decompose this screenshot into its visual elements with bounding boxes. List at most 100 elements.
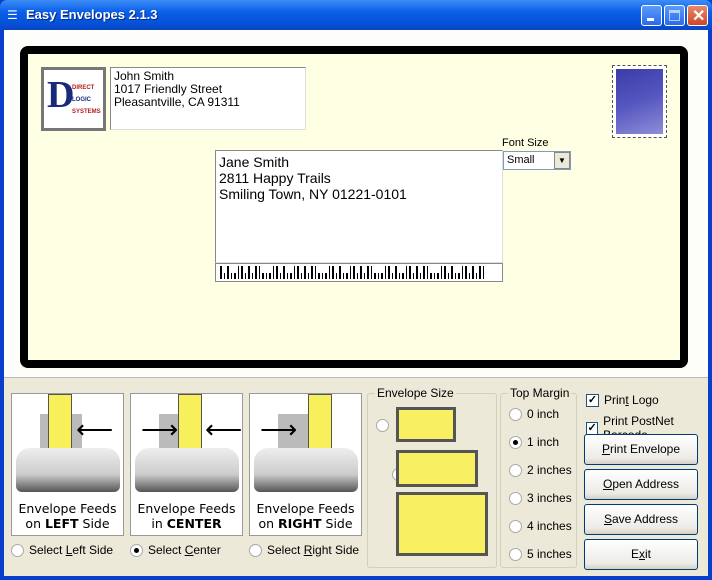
barcode-bar: [423, 266, 425, 279]
barcode-bar: [479, 266, 481, 279]
barcode-bar: [255, 266, 257, 279]
barcode-bar: [272, 266, 274, 279]
feed-option-image[interactable]: ⟶ Envelope Feeds on RIGHT Side: [249, 393, 362, 536]
barcode-bar: [237, 266, 239, 279]
barcode-bar: [468, 273, 470, 279]
envelope-size-small-image[interactable]: [396, 407, 456, 442]
feed-radio-label: Select Left Side: [29, 543, 114, 557]
barcode-bar: [293, 266, 295, 279]
top-margin-option[interactable]: 1 inch: [509, 435, 559, 449]
barcode-bar: [286, 273, 288, 279]
top-margin-option-label: 4 inches: [527, 519, 572, 533]
feed-radio[interactable]: Select Right Side: [249, 543, 359, 557]
top-margin-option[interactable]: 3 inches: [509, 491, 572, 505]
stamp-image: [612, 65, 667, 138]
checkbox-checked-icon: ✓: [586, 393, 599, 407]
barcode-bar: [279, 273, 281, 279]
barcode-bar: [440, 266, 442, 279]
barcode-bar: [223, 273, 225, 279]
top-margin-option[interactable]: 0 inch: [509, 407, 559, 421]
barcode-bar: [374, 273, 376, 279]
radio-icon: [509, 463, 522, 477]
font-size-select[interactable]: Small ▼: [503, 151, 571, 170]
return-address-field[interactable]: John Smith 1017 Friendly Street Pleasant…: [110, 67, 306, 130]
postnet-barcode: [215, 263, 503, 282]
arrow-left-icon: ⟵: [205, 414, 243, 444]
printer-icon: [254, 448, 358, 492]
barcode-bar: [367, 266, 369, 279]
top-margin-option-label: 1 inch: [527, 435, 560, 449]
minimize-button[interactable]: [641, 5, 662, 26]
feed-option-image[interactable]: ⟵ Envelope Feeds on LEFT Side: [11, 393, 124, 536]
barcode-bar: [426, 266, 428, 279]
envelope-size-radio-small[interactable]: [376, 419, 389, 433]
feed-radio-label: Select Right Side: [267, 543, 360, 557]
barcode-bar: [290, 273, 292, 279]
radio-icon: [509, 435, 522, 449]
feed-caption: Envelope Feeds on LEFT Side: [18, 501, 117, 531]
barcode-bar: [230, 273, 232, 279]
barcode-bar: [244, 273, 246, 279]
barcode-bar: [458, 273, 460, 279]
barcode-bar: [482, 266, 484, 279]
barcode-bar: [325, 273, 327, 279]
top-margin-option[interactable]: 5 inches: [509, 547, 572, 561]
feed-radio-label: Select Center: [148, 543, 221, 557]
barcode-bar: [412, 273, 414, 279]
barcode-bar: [276, 266, 278, 279]
recipient-line: Smiling Town, NY 01221-0101: [219, 186, 407, 202]
barcode-bar: [227, 266, 229, 279]
barcode-bar: [363, 273, 365, 279]
exit-button[interactable]: Exit: [584, 539, 698, 570]
top-margin-option[interactable]: 4 inches: [509, 519, 572, 533]
barcode-bar: [241, 266, 243, 279]
barcode-bar: [360, 266, 362, 279]
feed-radio[interactable]: Select Center: [130, 543, 221, 557]
maximize-button[interactable]: [664, 5, 685, 26]
barcode-bar: [377, 273, 379, 279]
open-address-button[interactable]: Open Address: [584, 469, 698, 500]
close-button[interactable]: ✕: [687, 5, 708, 26]
barcode-bar: [461, 266, 463, 279]
barcode-bar: [409, 266, 411, 279]
feed-radio[interactable]: Select Left Side: [11, 543, 113, 557]
arrow-left-icon: ⟵: [76, 414, 114, 444]
print-logo-checkbox[interactable]: ✓ Print Logo: [586, 393, 659, 407]
radio-icon: [509, 547, 522, 561]
envelope-size-large-image[interactable]: [396, 492, 488, 556]
company-logo: D DIRECT LOGIC SYSTEMS: [41, 67, 106, 131]
barcode-bar: [311, 266, 313, 279]
printer-icon: [16, 448, 120, 492]
barcode-bar: [314, 266, 316, 279]
barcode-bar: [339, 266, 341, 279]
barcode-bar: [475, 273, 477, 279]
recipient-line: Jane Smith: [219, 154, 290, 170]
feed-caption: Envelope Feeds on RIGHT Side: [256, 501, 355, 531]
recipient-line: 2811 Happy Trails: [219, 170, 331, 186]
barcode-bar: [332, 266, 334, 279]
barcode-bar: [346, 273, 348, 279]
feed-option-image[interactable]: ⟶ ⟵ Envelope Feeds in CENTER: [130, 393, 243, 536]
barcode-bar: [398, 273, 400, 279]
radio-icon: [130, 543, 143, 557]
title-bar[interactable]: ☰ Easy Envelopes 2.1.3 ✕: [0, 0, 712, 30]
save-address-button[interactable]: Save Address: [584, 504, 698, 535]
envelope-size-medium-image[interactable]: [396, 450, 478, 487]
envelope-size-group: Envelope Size: [367, 386, 497, 568]
return-address-line: Pleasantville, CA 91311: [114, 95, 240, 109]
envelope-size-label: Envelope Size: [375, 386, 456, 400]
barcode-bar: [335, 273, 337, 279]
recipient-address-field[interactable]: Jane Smith 2811 Happy Trails Smiling Tow…: [215, 150, 503, 263]
barcode-bar: [307, 273, 309, 279]
barcode-bar: [416, 266, 418, 279]
chevron-down-icon[interactable]: ▼: [554, 152, 570, 169]
barcode-bar: [444, 266, 446, 279]
font-size-value: Small: [507, 154, 535, 166]
print-envelope-button[interactable]: Print Envelope: [584, 434, 698, 465]
feed-caption: Envelope Feeds in CENTER: [137, 501, 236, 531]
barcode-bar: [297, 266, 299, 279]
barcode-bar: [283, 266, 285, 279]
printer-icon: [135, 448, 239, 492]
top-margin-option-label: 5 inches: [527, 547, 572, 561]
top-margin-option[interactable]: 2 inches: [509, 463, 572, 477]
